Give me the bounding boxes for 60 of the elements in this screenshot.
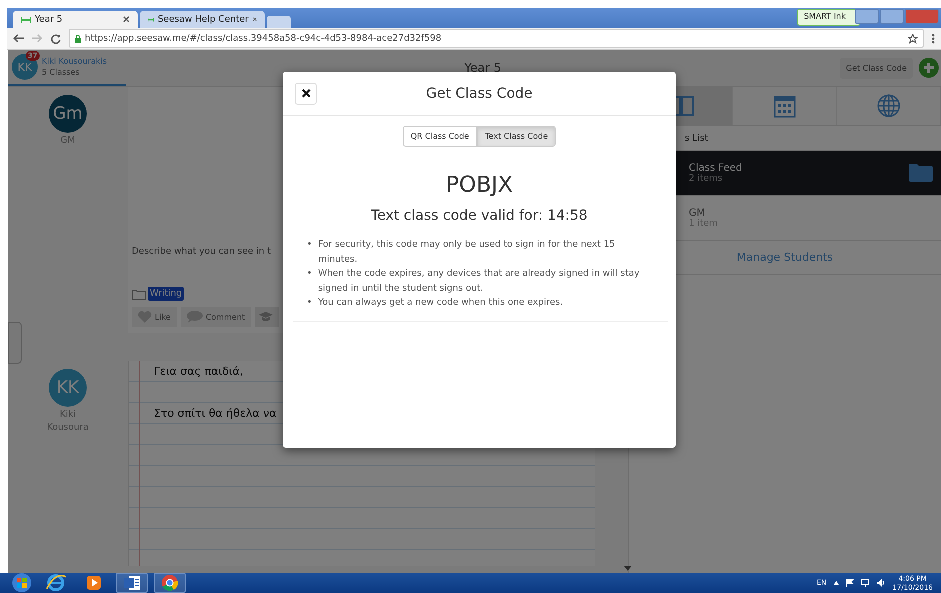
speaker-icon[interactable] (876, 579, 886, 587)
chrome-icon (161, 574, 179, 592)
network-icon[interactable] (860, 579, 870, 587)
info-note: For security, this code may only be used to sign in for the next 15 minutes. (318, 239, 616, 266)
taskbar-app[interactable] (116, 573, 148, 593)
author-avatar: KK (49, 369, 87, 407)
bullet: • (307, 268, 312, 281)
info-note: When the code expires, any devices that are already signed in will stay signed in until the student signs out. (318, 268, 641, 296)
lock-icon (75, 34, 81, 42)
flag-icon[interactable] (846, 579, 854, 587)
folder-icon (909, 164, 933, 182)
up-arrow-icon[interactable] (834, 581, 839, 585)
info-note: You can always get a new code when this one expires. (318, 297, 564, 310)
class-count: 5 Classes (42, 67, 81, 78)
browser-tab[interactable]: Seesaw Help Center (140, 11, 265, 28)
close-icon (302, 89, 310, 98)
side-handle[interactable] (8, 322, 22, 364)
e-logo-icon (45, 574, 67, 592)
note-line: Γεια σας παιδιά, (154, 364, 245, 380)
folder-icon (132, 288, 146, 300)
item-name: Class Feed (689, 162, 744, 174)
url-text: https://app.seesaw.me/#/class/class.39458a58-c94c-4d53-8984-ace27d32f598 (85, 34, 442, 44)
browser-tab[interactable]: Year 5 (13, 11, 138, 28)
validity-timer: Text class code valid for: 14:58 (370, 208, 589, 224)
bullet: • (307, 297, 312, 310)
author-avatar: Gm (49, 95, 87, 133)
menu-icon[interactable] (932, 34, 935, 44)
reload-icon[interactable] (51, 34, 61, 44)
class-code: POBJX (444, 173, 514, 198)
dialog-title: Get Class Code (425, 86, 534, 102)
favicon-icon (21, 16, 31, 22)
post-caption: Describe what you can see in t (132, 247, 272, 257)
close-button[interactable] (295, 82, 317, 104)
taskbar-app[interactable] (154, 573, 186, 593)
close-icon[interactable] (252, 16, 257, 23)
item-count: 2 items (689, 174, 724, 184)
calendar-icon (774, 94, 796, 118)
code-type-toggle[interactable]: Text Class Code (477, 126, 556, 147)
globe-icon (876, 94, 900, 118)
close-icon[interactable] (123, 16, 130, 23)
bullet: • (307, 239, 312, 252)
document-icon (123, 575, 141, 591)
back-icon[interactable] (13, 34, 24, 43)
heart-icon (138, 311, 152, 323)
favicon-icon (148, 16, 154, 22)
user-name: Kiki Kousourakis (42, 56, 108, 67)
class-title: Year 5 (464, 61, 502, 75)
star-icon[interactable] (908, 34, 918, 44)
speech-bubble-icon (186, 311, 203, 323)
folder-tag[interactable]: Writing (148, 287, 184, 301)
note-line: Στο σπίτι θα ήθελα να (154, 406, 278, 422)
cap-icon (259, 312, 274, 322)
scroll-down-icon[interactable] (624, 566, 632, 571)
list-title: s List (685, 134, 708, 144)
start-button[interactable] (10, 573, 34, 593)
code-type-toggle[interactable]: QR Class Code (402, 126, 478, 147)
smart-ink-toolbar[interactable]: SMART Ink (797, 9, 861, 26)
item-name: GM (689, 208, 706, 218)
play-icon (86, 575, 102, 591)
address-field[interactable]: https://app.seesaw.me/#/class/class.39458a58-c94c-4d53-8984-ace27d32f598 (69, 29, 924, 48)
